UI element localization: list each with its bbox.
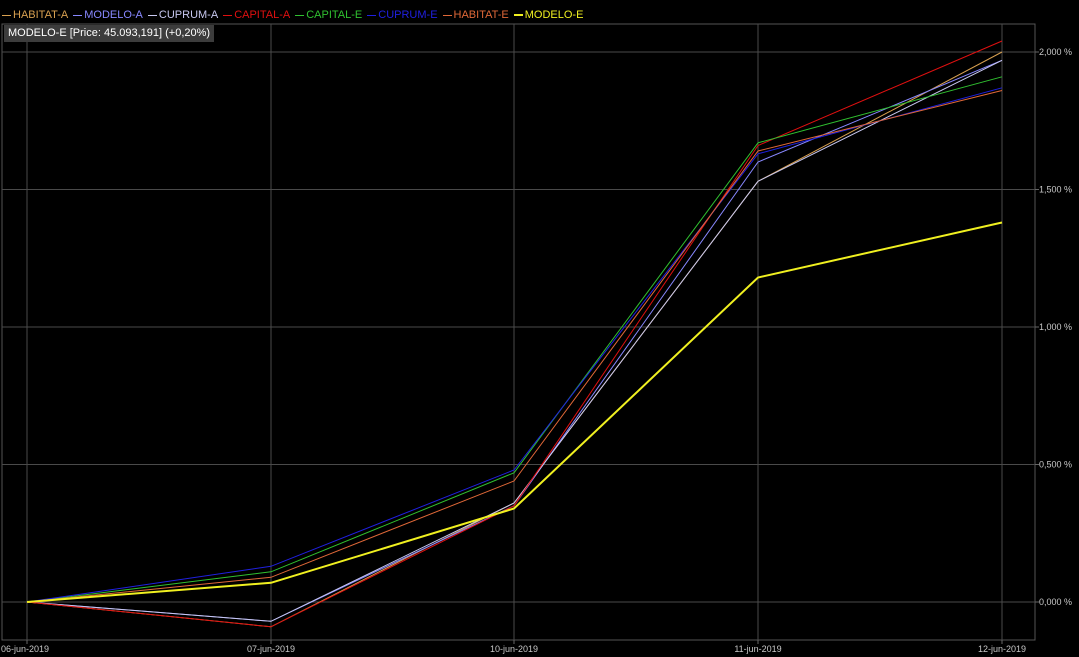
x-tick-label: 12-jun-2019 <box>978 644 1026 654</box>
x-tick-label: 07-jun-2019 <box>247 644 295 654</box>
legend-label: MODELO-A <box>84 9 143 21</box>
y-tick-label: 0,000 % <box>1039 597 1072 607</box>
price-info-box: MODELO-E [Price: 45.093,191] (+0,20%) <box>4 25 215 42</box>
y-tick-label: 1,000 % <box>1039 322 1072 332</box>
legend: HABITAT-A MODELO-A CUPRUM-A CAPITAL-A CAPITA… <box>2 7 588 23</box>
legend-item-cuprum-a: CUPRUM-A <box>147 9 219 21</box>
legend-label: MODELO-E <box>524 9 584 21</box>
x-tick-label: 06-jun-2019 <box>1 644 49 654</box>
legend-item-habitat-a: HABITAT-A <box>2 9 68 21</box>
legend-swatch <box>223 14 233 16</box>
legend-swatch <box>513 14 523 16</box>
chart-svg: 06-jun-2019 07-jun-2019 10-jun-2019 11-jun-… <box>1 23 1072 654</box>
x-tick-layer: 06-jun-2019 07-jun-2019 10-jun-2019 11-jun-… <box>1 640 1026 654</box>
y-tick-label: 1,500 % <box>1039 185 1072 195</box>
legend-label: CAPITAL-A <box>234 9 291 21</box>
legend-swatch <box>2 14 11 16</box>
x-tick-label: 10-jun-2019 <box>490 644 538 654</box>
legend-item-habitat-e: HABITAT-E <box>442 9 509 21</box>
x-tick-label: 11-jun-2019 <box>734 644 781 654</box>
legend-label: CUPRUM-A <box>158 9 219 21</box>
legend-label: HABITAT-E <box>453 9 509 21</box>
legend-item-capital-e: CAPITAL-E <box>295 9 362 21</box>
y-tick-label: 2,000 % <box>1039 47 1072 57</box>
y-tick-label: 0,500 % <box>1039 460 1072 470</box>
legend-item-capital-a: CAPITAL-A <box>223 9 290 21</box>
legend-swatch <box>73 14 83 16</box>
legend-item-cuprum-e: CUPRUM-E <box>367 9 438 21</box>
legend-swatch <box>295 14 305 16</box>
legend-item-modelo-a: MODELO-A <box>73 9 143 21</box>
legend-label: HABITAT-A <box>13 9 69 21</box>
legend-item-modelo-e: MODELO-E <box>513 9 584 21</box>
y-tick-layer: 0,000 % 0,500 % 1,000 % 1,500 % 2,000 % <box>1035 47 1072 607</box>
legend-swatch <box>367 14 377 16</box>
legend-label: CUPRUM-E <box>378 9 438 21</box>
legend-swatch <box>147 14 157 16</box>
legend-label: CAPITAL-E <box>306 9 363 21</box>
legend-swatch <box>442 14 452 16</box>
